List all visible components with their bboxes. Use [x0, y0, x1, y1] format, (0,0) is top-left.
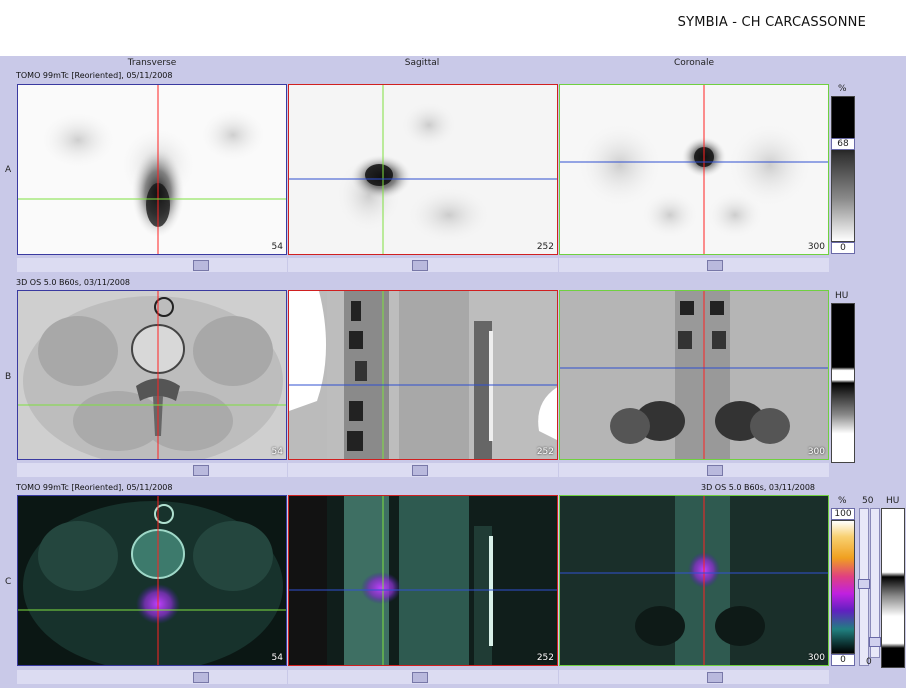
slider-thumb[interactable]: [193, 672, 209, 683]
title-bar: SYMBIA - CH CARCASSONNE: [0, 0, 906, 56]
scale-pct-min-c[interactable]: 0: [831, 654, 855, 666]
scale-fifty-c: 50: [862, 496, 874, 506]
slice-number: 252: [536, 242, 554, 252]
blend-slider-c[interactable]: [858, 508, 870, 666]
viewport-b-coronal[interactable]: 300: [559, 290, 829, 460]
scale-hu-unit-c: HU: [886, 496, 900, 506]
slider-c-transverse[interactable]: [17, 670, 287, 684]
slice-number: 252: [536, 653, 554, 663]
slice-number: 252: [536, 447, 554, 457]
slider-c-sagittal[interactable]: [288, 670, 558, 684]
slider-thumb[interactable]: [412, 672, 428, 683]
fusion-slider-thumb[interactable]: [869, 637, 881, 647]
viewport-a-coronal[interactable]: 300: [559, 84, 829, 255]
slider-a-sagittal[interactable]: [288, 258, 558, 272]
scale-pct-unit-c: %: [838, 496, 847, 506]
viewport-b-transverse[interactable]: 54: [17, 290, 287, 460]
slider-thumb[interactable]: [193, 260, 209, 271]
series-label-row-a: TOMO 99mTc [Reoriented], 05/11/2008: [16, 71, 173, 80]
column-header-sagittal: Sagittal: [404, 58, 440, 68]
scale-hu-min-c: 0: [866, 657, 872, 667]
slider-thumb[interactable]: [412, 260, 428, 271]
viewport-c-sagittal[interactable]: 252: [288, 495, 558, 666]
scale-level-a[interactable]: 68: [831, 138, 855, 150]
scale-min-a[interactable]: 0: [831, 242, 855, 254]
column-header-transverse: Transverse: [127, 58, 177, 68]
series-label-row-c-right: 3D OS 5.0 B60s, 03/11/2008: [701, 483, 816, 492]
slice-number: 54: [271, 653, 283, 663]
scale-pct-max-c[interactable]: 100: [831, 508, 855, 520]
viewport-a-sagittal[interactable]: 252: [288, 84, 558, 255]
series-label-row-b: 3D OS 5.0 B60s, 03/11/2008: [16, 278, 131, 287]
viewport-c-coronal[interactable]: 300: [559, 495, 829, 666]
slider-thumb[interactable]: [707, 465, 723, 476]
row-letter-a: A: [5, 165, 12, 175]
slice-number: 300: [807, 653, 825, 663]
grayscale-bar-a: [831, 96, 855, 242]
series-label-row-c-left: TOMO 99mTc [Reoriented], 05/11/2008: [16, 483, 173, 492]
viewport-b-sagittal[interactable]: 252: [288, 290, 558, 460]
viewport-a-transverse[interactable]: 54: [17, 84, 287, 255]
slider-thumb[interactable]: [412, 465, 428, 476]
slider-a-transverse[interactable]: [17, 258, 287, 272]
slice-number: 54: [271, 242, 283, 252]
slider-thumb[interactable]: [193, 465, 209, 476]
scale-unit-a: %: [838, 84, 847, 94]
slider-thumb[interactable]: [707, 672, 723, 683]
slider-c-coronal[interactable]: [559, 670, 829, 684]
slice-number: 300: [807, 447, 825, 457]
blend-slider-thumb[interactable]: [858, 579, 870, 589]
row-letter-b: B: [5, 372, 12, 382]
grayscale-bar-c: [881, 508, 905, 668]
slider-a-coronal[interactable]: [559, 258, 829, 272]
column-header-coronal: Coronale: [673, 58, 715, 68]
site-title: SYMBIA - CH CARCASSONNE: [677, 15, 866, 30]
slider-thumb[interactable]: [707, 260, 723, 271]
color-bar-c: [831, 520, 855, 654]
slice-number: 54: [271, 447, 283, 457]
viewport-c-transverse[interactable]: 54: [17, 495, 287, 666]
row-letter-c: C: [5, 577, 12, 587]
grayscale-bar-b: [831, 303, 855, 463]
slider-b-transverse[interactable]: [17, 463, 287, 477]
slider-b-sagittal[interactable]: [288, 463, 558, 477]
slice-number: 300: [807, 242, 825, 252]
scale-unit-b: HU: [835, 291, 849, 301]
slider-b-coronal[interactable]: [559, 463, 829, 477]
fusion-slider-c[interactable]: [869, 508, 881, 658]
